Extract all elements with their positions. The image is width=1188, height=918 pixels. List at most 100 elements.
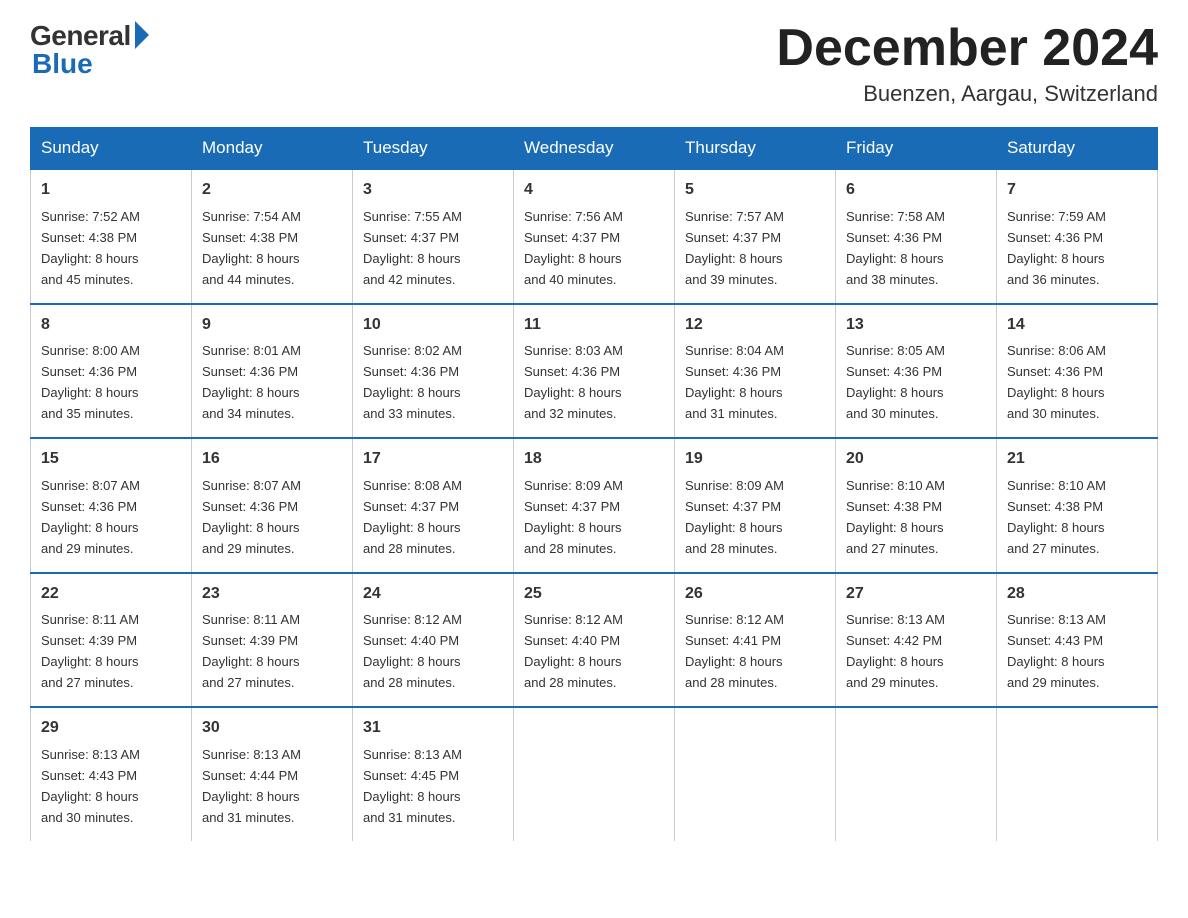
calendar-week-row: 8Sunrise: 8:00 AM Sunset: 4:36 PM Daylig…	[31, 304, 1158, 438]
calendar-cell: 16 Sunrise: 8:07 AM Sunset: 4:36 PM Dayli…	[192, 438, 353, 572]
day-info: Sunrise: 8:12 AM Sunset: 4:40 PM Dayligh…	[363, 612, 462, 690]
calendar-cell	[997, 707, 1158, 840]
month-title: December 2024	[776, 20, 1158, 77]
day-number: 26	[685, 582, 825, 607]
header-sunday: Sunday	[31, 128, 192, 170]
day-info: Sunrise: 8:04 AM Sunset: 4:36 PM Dayligh…	[685, 343, 784, 421]
day-info: Sunrise: 7:52 AM Sunset: 4:38 PM Dayligh…	[41, 209, 140, 287]
day-info: Sunrise: 8:07 AM Sunset: 4:36 PM Dayligh…	[41, 478, 140, 556]
calendar-cell: 2 Sunrise: 7:54 AM Sunset: 4:38 PM Daylig…	[192, 169, 353, 303]
day-info: Sunrise: 8:00 AM Sunset: 4:36 PM Dayligh…	[41, 343, 140, 421]
calendar-cell	[836, 707, 997, 840]
day-info: Sunrise: 7:55 AM Sunset: 4:37 PM Dayligh…	[363, 209, 462, 287]
day-info: Sunrise: 8:06 AM Sunset: 4:36 PM Dayligh…	[1007, 343, 1106, 421]
calendar-header-row: SundayMondayTuesdayWednesdayThursdayFrid…	[31, 128, 1158, 170]
calendar-cell: 22 Sunrise: 8:11 AM Sunset: 4:39 PM Dayli…	[31, 573, 192, 707]
day-info: Sunrise: 8:12 AM Sunset: 4:40 PM Dayligh…	[524, 612, 623, 690]
day-number: 31	[363, 716, 503, 741]
day-number: 5	[685, 178, 825, 203]
day-number: 11	[524, 313, 664, 338]
day-number: 4	[524, 178, 664, 203]
calendar-cell: 27Sunrise: 8:13 AM Sunset: 4:42 PM Dayli…	[836, 573, 997, 707]
day-info: Sunrise: 8:05 AM Sunset: 4:36 PM Dayligh…	[846, 343, 945, 421]
page-header: General Blue December 2024 Buenzen, Aarg…	[30, 20, 1158, 107]
day-info: Sunrise: 7:58 AM Sunset: 4:36 PM Dayligh…	[846, 209, 945, 287]
calendar-cell: 13 Sunrise: 8:05 AM Sunset: 4:36 PM Dayli…	[836, 304, 997, 438]
day-number: 30	[202, 716, 342, 741]
calendar-cell: 20 Sunrise: 8:10 AM Sunset: 4:38 PM Dayli…	[836, 438, 997, 572]
calendar-cell: 6 Sunrise: 7:58 AM Sunset: 4:36 PM Daylig…	[836, 169, 997, 303]
calendar-cell: 25 Sunrise: 8:12 AM Sunset: 4:40 PM Dayli…	[514, 573, 675, 707]
day-info: Sunrise: 8:10 AM Sunset: 4:38 PM Dayligh…	[1007, 478, 1106, 556]
day-info: Sunrise: 8:02 AM Sunset: 4:36 PM Dayligh…	[363, 343, 462, 421]
day-number: 12	[685, 313, 825, 338]
logo-blue-text: Blue	[32, 48, 93, 80]
day-number: 18	[524, 447, 664, 472]
day-info: Sunrise: 8:11 AM Sunset: 4:39 PM Dayligh…	[202, 612, 300, 690]
calendar-cell: 28 Sunrise: 8:13 AM Sunset: 4:43 PM Dayli…	[997, 573, 1158, 707]
calendar-cell: 15 Sunrise: 8:07 AM Sunset: 4:36 PM Dayli…	[31, 438, 192, 572]
calendar-table: SundayMondayTuesdayWednesdayThursdayFrid…	[30, 127, 1158, 840]
day-info: Sunrise: 8:11 AM Sunset: 4:39 PM Dayligh…	[41, 612, 139, 690]
day-number: 24	[363, 582, 503, 607]
calendar-cell: 30 Sunrise: 8:13 AM Sunset: 4:44 PM Dayli…	[192, 707, 353, 840]
calendar-week-row: 1Sunrise: 7:52 AM Sunset: 4:38 PM Daylig…	[31, 169, 1158, 303]
calendar-cell: 14 Sunrise: 8:06 AM Sunset: 4:36 PM Dayli…	[997, 304, 1158, 438]
day-number: 17	[363, 447, 503, 472]
header-friday: Friday	[836, 128, 997, 170]
day-info: Sunrise: 8:13 AM Sunset: 4:42 PM Dayligh…	[846, 612, 945, 690]
calendar-cell: 3 Sunrise: 7:55 AM Sunset: 4:37 PM Daylig…	[353, 169, 514, 303]
header-thursday: Thursday	[675, 128, 836, 170]
day-info: Sunrise: 8:09 AM Sunset: 4:37 PM Dayligh…	[524, 478, 623, 556]
day-number: 15	[41, 447, 181, 472]
day-info: Sunrise: 7:59 AM Sunset: 4:36 PM Dayligh…	[1007, 209, 1106, 287]
day-info: Sunrise: 7:54 AM Sunset: 4:38 PM Dayligh…	[202, 209, 301, 287]
day-number: 3	[363, 178, 503, 203]
day-info: Sunrise: 7:57 AM Sunset: 4:37 PM Dayligh…	[685, 209, 784, 287]
day-number: 14	[1007, 313, 1147, 338]
day-number: 16	[202, 447, 342, 472]
calendar-cell: 29Sunrise: 8:13 AM Sunset: 4:43 PM Dayli…	[31, 707, 192, 840]
day-number: 6	[846, 178, 986, 203]
calendar-cell: 8Sunrise: 8:00 AM Sunset: 4:36 PM Daylig…	[31, 304, 192, 438]
calendar-cell: 21 Sunrise: 8:10 AM Sunset: 4:38 PM Dayli…	[997, 438, 1158, 572]
calendar-cell: 11 Sunrise: 8:03 AM Sunset: 4:36 PM Dayli…	[514, 304, 675, 438]
day-number: 25	[524, 582, 664, 607]
day-number: 21	[1007, 447, 1147, 472]
logo: General Blue	[30, 20, 149, 80]
calendar-cell: 18 Sunrise: 8:09 AM Sunset: 4:37 PM Dayli…	[514, 438, 675, 572]
day-info: Sunrise: 8:07 AM Sunset: 4:36 PM Dayligh…	[202, 478, 301, 556]
day-number: 22	[41, 582, 181, 607]
day-number: 2	[202, 178, 342, 203]
calendar-cell: 12 Sunrise: 8:04 AM Sunset: 4:36 PM Dayli…	[675, 304, 836, 438]
calendar-cell: 5 Sunrise: 7:57 AM Sunset: 4:37 PM Daylig…	[675, 169, 836, 303]
calendar-cell: 19Sunrise: 8:09 AM Sunset: 4:37 PM Dayli…	[675, 438, 836, 572]
day-number: 19	[685, 447, 825, 472]
day-number: 20	[846, 447, 986, 472]
calendar-cell: 26Sunrise: 8:12 AM Sunset: 4:41 PM Dayli…	[675, 573, 836, 707]
header-wednesday: Wednesday	[514, 128, 675, 170]
location: Buenzen, Aargau, Switzerland	[776, 81, 1158, 107]
calendar-cell: 31Sunrise: 8:13 AM Sunset: 4:45 PM Dayli…	[353, 707, 514, 840]
day-info: Sunrise: 8:01 AM Sunset: 4:36 PM Dayligh…	[202, 343, 301, 421]
day-info: Sunrise: 8:08 AM Sunset: 4:37 PM Dayligh…	[363, 478, 462, 556]
day-number: 10	[363, 313, 503, 338]
calendar-cell	[514, 707, 675, 840]
day-info: Sunrise: 8:10 AM Sunset: 4:38 PM Dayligh…	[846, 478, 945, 556]
calendar-cell: 23Sunrise: 8:11 AM Sunset: 4:39 PM Dayli…	[192, 573, 353, 707]
day-info: Sunrise: 8:13 AM Sunset: 4:44 PM Dayligh…	[202, 747, 301, 825]
day-number: 28	[1007, 582, 1147, 607]
calendar-week-row: 22 Sunrise: 8:11 AM Sunset: 4:39 PM Dayli…	[31, 573, 1158, 707]
day-info: Sunrise: 8:13 AM Sunset: 4:43 PM Dayligh…	[1007, 612, 1106, 690]
calendar-week-row: 29Sunrise: 8:13 AM Sunset: 4:43 PM Dayli…	[31, 707, 1158, 840]
calendar-week-row: 15 Sunrise: 8:07 AM Sunset: 4:36 PM Dayli…	[31, 438, 1158, 572]
title-area: December 2024 Buenzen, Aargau, Switzerla…	[776, 20, 1158, 107]
header-saturday: Saturday	[997, 128, 1158, 170]
calendar-cell: 9Sunrise: 8:01 AM Sunset: 4:36 PM Daylig…	[192, 304, 353, 438]
calendar-cell	[675, 707, 836, 840]
day-number: 13	[846, 313, 986, 338]
day-info: Sunrise: 8:03 AM Sunset: 4:36 PM Dayligh…	[524, 343, 623, 421]
day-info: Sunrise: 7:56 AM Sunset: 4:37 PM Dayligh…	[524, 209, 623, 287]
calendar-cell: 1Sunrise: 7:52 AM Sunset: 4:38 PM Daylig…	[31, 169, 192, 303]
day-number: 29	[41, 716, 181, 741]
